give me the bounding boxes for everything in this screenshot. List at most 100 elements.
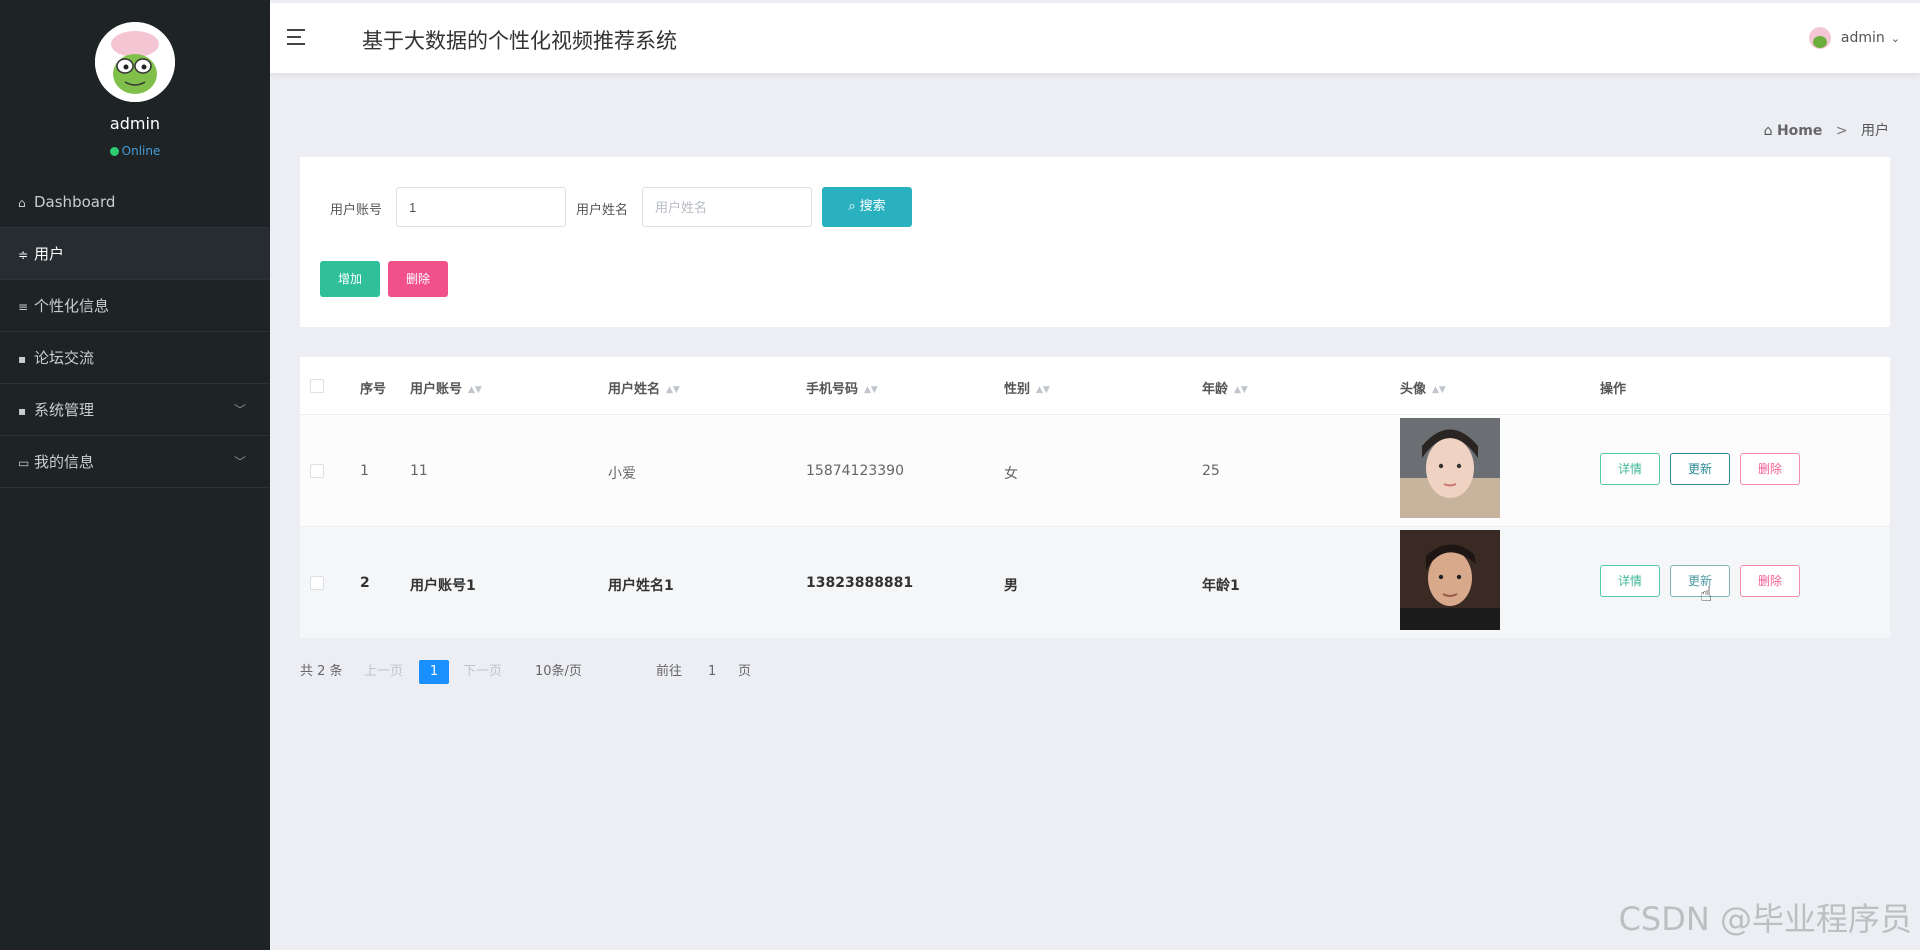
row-checkbox[interactable] — [310, 464, 324, 478]
sidebar-item-personalized-info[interactable]: ≡ 个性化信息 — [0, 280, 270, 332]
column-header-label: 用户姓名 — [608, 382, 661, 397]
sort-icon[interactable]: ▲▼ — [468, 385, 482, 395]
add-button[interactable]: 增加 — [320, 261, 380, 297]
delete-button[interactable]: 删除 — [1740, 453, 1800, 485]
online-status-label: Online — [121, 144, 161, 158]
sort-icon[interactable]: ▲▼ — [864, 385, 878, 395]
cell-gender: 女 — [1004, 466, 1018, 482]
sidebar: admin Online ⌂ Dashboard ≑ 用户 ≡ 个性化信息 ▪ 论坛交流… — [0, 0, 270, 950]
detail-button[interactable]: 详情 — [1600, 565, 1660, 597]
online-dot-icon — [109, 147, 119, 156]
sort-icon[interactable]: ▲▼ — [1234, 385, 1248, 395]
user-avatar-image — [1400, 530, 1500, 630]
header-username: admin — [1840, 30, 1885, 46]
online-status: Online — [0, 144, 270, 158]
avatar[interactable] — [95, 22, 175, 102]
sliders-icon: ≑ — [18, 248, 29, 262]
sidebar-item-system-management[interactable]: ▪ 系统管理 ﹀ — [0, 384, 270, 436]
account-input[interactable] — [396, 187, 566, 227]
cell-phone: 15874123390 — [806, 463, 904, 479]
chevron-down-icon: ⌄ — [1890, 32, 1900, 45]
next-page-button[interactable]: 下一页 — [463, 660, 502, 684]
page-size-select[interactable]: 10条/页 ⌄ — [535, 660, 582, 685]
name-input[interactable] — [642, 187, 812, 227]
user-avatar-image — [1400, 418, 1500, 518]
column-header-label: 年龄 — [1202, 382, 1229, 397]
page-number-active[interactable]: 1 — [419, 660, 449, 684]
cell-account: 用户账号1 — [410, 578, 476, 594]
table-row: 1 11 小爱 15874123390 女 25 详情 更新 删除 — [300, 415, 1890, 527]
sidebar-item-my-info[interactable]: ▭ 我的信息 ﹀ — [0, 436, 270, 488]
column-header-label: 手机号码 — [806, 382, 859, 397]
menu-toggle-icon[interactable] — [287, 27, 309, 47]
pointer-cursor-icon: ☝ — [1700, 582, 1713, 606]
column-header-label: 头像 — [1400, 382, 1427, 397]
update-button[interactable]: 更新 — [1670, 453, 1730, 485]
search-panel: 用户账号 用户姓名 ⌕搜索 增加 删除 — [300, 157, 1890, 327]
page-size-label: 10条/页 — [535, 664, 582, 679]
total-count: 共 2 条 — [300, 664, 343, 679]
prev-page-button[interactable]: 上一页 — [364, 660, 403, 684]
user-avatar-icon — [1808, 27, 1831, 49]
batch-delete-button[interactable]: 删除 — [388, 261, 448, 297]
grid-icon: ▪ — [18, 404, 27, 418]
column-header: 序号 — [360, 382, 387, 397]
list-icon: ≡ — [18, 300, 29, 314]
cell-gender: 男 — [1004, 578, 1018, 594]
sidebar-item-label: 论坛交流 — [34, 349, 95, 367]
cell-age: 25 — [1202, 463, 1220, 479]
table-header: 序号 用户账号 ▲▼ 用户姓名 ▲▼ 手机号码 ▲▼ 性别 ▲▼ 年龄 ▲▼ 头像 ▲▼ 操… — [300, 357, 1890, 415]
goto-page-input[interactable]: 1 — [708, 660, 716, 684]
sort-icon[interactable]: ▲▼ — [666, 385, 680, 395]
cell-account: 11 — [410, 463, 428, 479]
detail-button[interactable]: 详情 — [1600, 453, 1660, 485]
sort-icon[interactable]: ▲▼ — [1432, 385, 1446, 395]
column-header-avatar[interactable]: 头像 ▲▼ — [1400, 378, 1446, 397]
column-header-account[interactable]: 用户账号 ▲▼ — [410, 378, 482, 397]
account-label: 用户账号 — [330, 203, 383, 218]
column-header-label: 性别 — [1004, 382, 1031, 397]
breadcrumb-current: 用户 — [1861, 123, 1889, 139]
sidebar-item-label: Dashboard — [34, 193, 116, 211]
column-header-actions: 操作 — [1600, 382, 1627, 397]
column-header-age[interactable]: 年龄 ▲▼ — [1202, 378, 1248, 397]
goto-suffix: 页 — [738, 664, 752, 679]
column-header-phone[interactable]: 手机号码 ▲▼ — [806, 378, 878, 397]
chevron-down-icon: ﹀ — [233, 403, 246, 417]
sidebar-item-label: 我的信息 — [34, 453, 95, 471]
goto-label: 前往 — [656, 664, 683, 679]
cell-age: 年龄1 — [1202, 578, 1240, 594]
grid-icon: ▪ — [18, 352, 27, 366]
home-icon: ⌂ — [1763, 123, 1773, 139]
cell-index: 1 — [360, 463, 369, 479]
user-menu[interactable]: admin ⌄ — [1808, 27, 1900, 49]
column-header-label: 用户账号 — [410, 382, 463, 397]
breadcrumb-home[interactable]: Home — [1777, 123, 1822, 139]
search-icon: ⌕ — [848, 199, 856, 214]
search-button-label: 搜索 — [859, 199, 886, 214]
name-label: 用户姓名 — [576, 203, 629, 218]
sidebar-item-label: 用户 — [34, 245, 65, 263]
column-header-gender[interactable]: 性别 ▲▼ — [1004, 378, 1050, 397]
watermark: CSDN @毕业程序员 — [1618, 900, 1912, 938]
breadcrumb-separator: > — [1835, 123, 1848, 139]
cell-name: 用户姓名1 — [608, 578, 674, 594]
sidebar-item-users[interactable]: ≑ 用户 — [0, 228, 270, 280]
sidebar-item-forum[interactable]: ▪ 论坛交流 — [0, 332, 270, 384]
app-title: 基于大数据的个性化视频推荐系统 — [362, 29, 677, 53]
sort-icon[interactable]: ▲▼ — [1036, 385, 1050, 395]
sidebar-item-label: 系统管理 — [34, 401, 95, 419]
users-table: 序号 用户账号 ▲▼ 用户姓名 ▲▼ 手机号码 ▲▼ 性别 ▲▼ 年龄 ▲▼ 头像 ▲▼ 操… — [300, 357, 1890, 639]
chevron-down-icon: ﹀ — [233, 455, 246, 469]
select-all-checkbox[interactable] — [310, 379, 324, 393]
sidebar-item-label: 个性化信息 — [34, 297, 110, 315]
frog-avatar-icon — [95, 22, 175, 102]
column-header-name[interactable]: 用户姓名 ▲▼ — [608, 378, 680, 397]
card-icon: ▭ — [18, 456, 30, 470]
row-checkbox[interactable] — [310, 576, 324, 590]
delete-button[interactable]: 删除 — [1740, 565, 1800, 597]
sidebar-item-dashboard[interactable]: ⌂ Dashboard — [0, 176, 270, 228]
sidebar-username: admin — [109, 114, 161, 133]
top-header: 基于大数据的个性化视频推荐系统 admin ⌄ — [270, 3, 1920, 73]
search-button[interactable]: ⌕ 搜索 — [822, 187, 912, 227]
